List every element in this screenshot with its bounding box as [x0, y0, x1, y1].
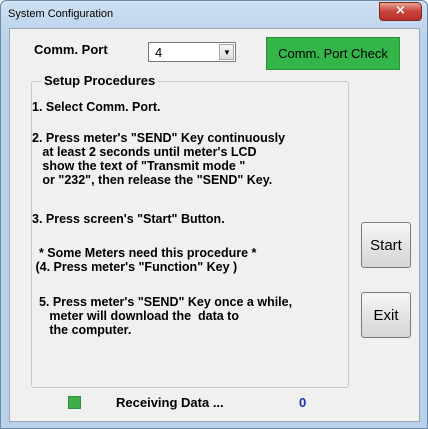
- start-button[interactable]: Start: [361, 222, 411, 268]
- procedure-step: 2. Press meter's "SEND" Key continuously…: [32, 131, 286, 187]
- comm-port-select[interactable]: 4 ▼: [148, 42, 236, 62]
- setup-procedures-title: Setup Procedures: [41, 73, 159, 88]
- status-text: Receiving Data ...: [116, 395, 224, 410]
- exit-button[interactable]: Exit: [361, 292, 411, 338]
- setup-procedures-group: Setup Procedures 1. Select Comm. Port. 2…: [31, 73, 349, 388]
- received-count: 0: [299, 395, 307, 410]
- procedure-step: 1. Select Comm. Port.: [32, 100, 161, 114]
- close-icon: ×: [395, 3, 406, 18]
- procedure-step: 3. Press screen's "Start" Button.: [32, 212, 225, 226]
- close-button[interactable]: ×: [379, 2, 422, 21]
- dropdown-button[interactable]: ▼: [219, 44, 234, 60]
- client-area: Comm. Port 4 ▼ Comm. Port Check Setup Pr…: [9, 28, 420, 422]
- system-configuration-window: System Configuration × Comm. Port 4 ▼ Co…: [0, 0, 428, 429]
- comm-port-label: Comm. Port: [34, 42, 108, 57]
- comm-port-value: 4: [155, 45, 163, 60]
- title-bar[interactable]: System Configuration ×: [1, 1, 427, 28]
- chevron-down-icon: ▼: [223, 48, 231, 57]
- procedure-step: * Some Meters need this procedure * (4. …: [35, 246, 257, 274]
- status-indicator-icon: [68, 396, 81, 409]
- window-title: System Configuration: [8, 8, 114, 20]
- procedure-step: 5. Press meter's "SEND" Key once a while…: [38, 295, 293, 337]
- comm-port-check-button[interactable]: Comm. Port Check: [266, 37, 400, 70]
